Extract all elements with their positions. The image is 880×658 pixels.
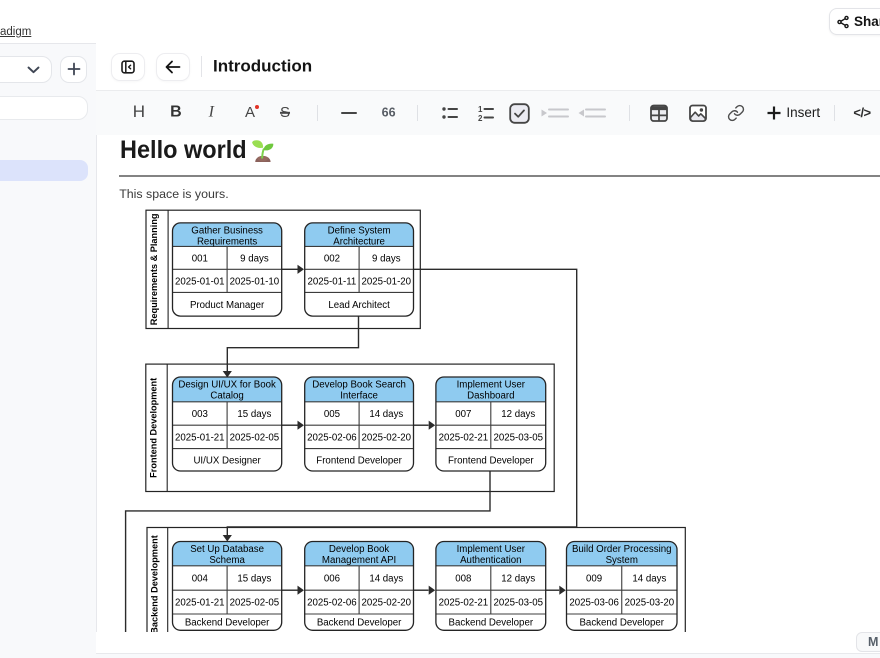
svg-text:1: 1 — [478, 105, 483, 114]
svg-text:UI/UX Designer: UI/UX Designer — [193, 455, 261, 466]
svg-text:2025-02-05: 2025-02-05 — [230, 432, 280, 443]
svg-text:2025-01-01: 2025-01-01 — [175, 276, 225, 287]
svg-text:Backend Developer: Backend Developer — [317, 617, 402, 628]
svg-text:Architecture: Architecture — [333, 236, 385, 247]
svg-text:Backend Developer: Backend Developer — [579, 617, 664, 628]
svg-text:2025-01-21: 2025-01-21 — [175, 432, 225, 443]
svg-text:2025-03-06: 2025-03-06 — [569, 597, 619, 608]
svg-text:009: 009 — [586, 573, 602, 584]
svg-text:2025-02-06: 2025-02-06 — [307, 597, 357, 608]
svg-text:Implement User: Implement User — [457, 379, 526, 390]
svg-text:9 days: 9 days — [240, 253, 269, 264]
svg-text:2025-03-05: 2025-03-05 — [493, 597, 543, 608]
svg-text:14 days: 14 days — [369, 573, 403, 584]
svg-text:2025-03-05: 2025-03-05 — [493, 432, 543, 443]
svg-text:001: 001 — [192, 253, 208, 264]
svg-text:Build Order Processing: Build Order Processing — [572, 544, 672, 555]
svg-text:Frontend Developer: Frontend Developer — [448, 455, 534, 466]
svg-text:2025-02-06: 2025-02-06 — [307, 432, 357, 443]
svg-text:003: 003 — [192, 409, 208, 420]
svg-text:005: 005 — [324, 409, 340, 420]
svg-text:004: 004 — [192, 573, 209, 584]
svg-text:Catalog: Catalog — [210, 390, 243, 401]
svg-text:Interface: Interface — [340, 390, 378, 401]
svg-text:System: System — [606, 555, 638, 566]
svg-text:Set Up Database: Set Up Database — [190, 544, 264, 555]
svg-text:Backend Development: Backend Development — [149, 535, 159, 632]
svg-text:12 days: 12 days — [501, 409, 535, 420]
svg-text:002: 002 — [324, 253, 340, 264]
svg-text:2025-02-20: 2025-02-20 — [362, 597, 412, 608]
svg-text:9 days: 9 days — [372, 253, 401, 264]
svg-text:2025-02-05: 2025-02-05 — [230, 597, 280, 608]
svg-text:14 days: 14 days — [369, 409, 403, 420]
svg-text:Dashboard: Dashboard — [467, 390, 514, 401]
svg-text:Authentication: Authentication — [460, 555, 521, 566]
svg-text:Product Manager: Product Manager — [190, 299, 265, 310]
svg-text:Requirements & Planning: Requirements & Planning — [149, 213, 159, 325]
svg-text:Backend Developer: Backend Developer — [185, 617, 270, 628]
svg-text:2025-01-21: 2025-01-21 — [175, 597, 225, 608]
svg-text:14 days: 14 days — [632, 573, 666, 584]
svg-text:2025-01-20: 2025-01-20 — [362, 276, 412, 287]
svg-text:Lead Architect: Lead Architect — [328, 299, 390, 310]
svg-text:Design UI/UX for Book: Design UI/UX for Book — [178, 379, 276, 390]
svg-text:2025-01-11: 2025-01-11 — [307, 276, 356, 287]
svg-text:007: 007 — [455, 409, 471, 420]
svg-text:2025-01-10: 2025-01-10 — [230, 276, 280, 287]
svg-text:Backend Developer: Backend Developer — [449, 617, 534, 628]
svg-text:2025-03-20: 2025-03-20 — [625, 597, 675, 608]
svg-text:12 days: 12 days — [501, 573, 535, 584]
svg-text:Implement User: Implement User — [457, 544, 526, 555]
svg-text:Frontend Developer: Frontend Developer — [316, 455, 402, 466]
svg-text:Gather Business: Gather Business — [191, 225, 263, 236]
svg-text:2025-02-20: 2025-02-20 — [362, 432, 412, 443]
svg-text:008: 008 — [455, 573, 471, 584]
svg-text:Requirements: Requirements — [197, 236, 257, 247]
svg-text:006: 006 — [324, 573, 340, 584]
svg-text:2025-02-21: 2025-02-21 — [439, 432, 489, 443]
svg-text:2: 2 — [478, 114, 483, 122]
svg-text:Management API: Management API — [322, 555, 396, 566]
svg-text:Schema: Schema — [209, 555, 245, 566]
svg-text:Develop Book Search: Develop Book Search — [312, 379, 406, 390]
svg-text:15 days: 15 days — [237, 409, 271, 420]
svg-text:Develop Book: Develop Book — [329, 544, 389, 555]
svg-text:Frontend Development: Frontend Development — [149, 377, 159, 477]
svg-text:2025-02-21: 2025-02-21 — [439, 597, 489, 608]
svg-text:15 days: 15 days — [237, 573, 271, 584]
svg-text:Define System: Define System — [328, 225, 391, 236]
